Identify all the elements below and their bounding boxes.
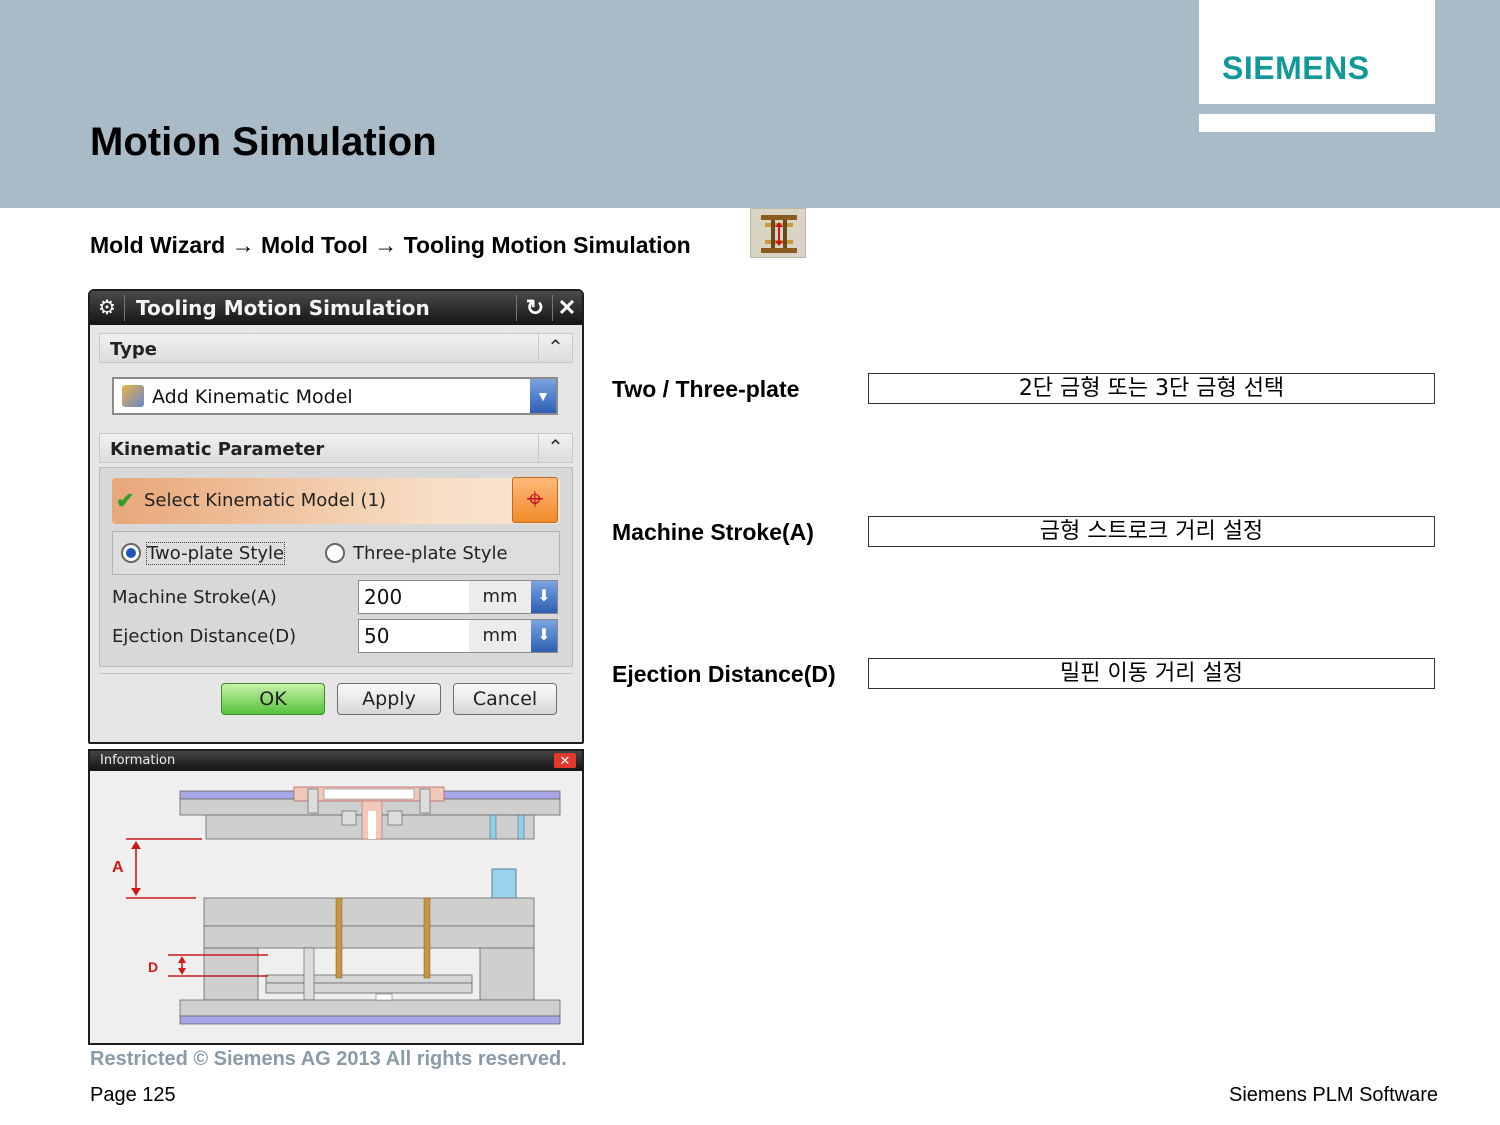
arrowhead-a-down xyxy=(131,888,141,896)
sprue-channel xyxy=(368,811,376,839)
ejector-pin-right xyxy=(423,897,431,979)
info-titlebar: Information ✕ xyxy=(90,751,582,771)
apply-button[interactable]: Apply xyxy=(337,683,441,715)
screw-left xyxy=(341,810,357,826)
cancel-button[interactable]: Cancel xyxy=(453,683,557,715)
titlebar-separator xyxy=(124,295,125,321)
dialog-titlebar: ⚙ Tooling Motion Simulation ↻ ✕ xyxy=(90,291,582,325)
mold-diagram: A D xyxy=(112,786,561,1025)
close-icon[interactable]: ✕ xyxy=(554,753,576,768)
select-kinematic-model[interactable]: ✔ Select Kinematic Model (1) xyxy=(112,478,560,524)
machine-stroke-value[interactable]: 200 xyxy=(364,585,402,609)
label-a: A xyxy=(112,859,124,876)
siemens-logo: SIEMENS xyxy=(1222,50,1370,86)
titlebar-separator xyxy=(516,295,517,321)
sprue-top xyxy=(323,788,415,800)
knock-out-hole xyxy=(375,993,393,1001)
kinematic-group-label: Kinematic Parameter xyxy=(110,439,325,460)
screw-right xyxy=(387,810,403,826)
spacer-block-right xyxy=(479,947,535,1001)
menu-path: Mold Wizard → Mold Tool → Tooling Motion… xyxy=(90,232,691,258)
arrowhead-d-up xyxy=(178,956,186,963)
bolt-right xyxy=(419,788,431,814)
annotation-desc-ejection: 밀핀 이동 거리 설정 xyxy=(868,658,1435,689)
machine-stroke-label: Machine Stroke(A) xyxy=(112,587,277,608)
footer-page-number: Page 125 xyxy=(90,1084,176,1106)
reset-icon[interactable]: ↻ xyxy=(522,295,548,321)
close-icon[interactable]: ✕ xyxy=(554,295,580,321)
kinematic-model-icon xyxy=(122,385,144,407)
arrow-down-icon[interactable]: ⬇ xyxy=(531,620,557,652)
annotation-desc-stroke: 금형 스트로크 거리 설정 xyxy=(868,516,1435,547)
logo-strip xyxy=(1199,114,1435,132)
type-group-header[interactable]: Type ⌃ xyxy=(99,333,573,363)
dialog-title: Tooling Motion Simulation xyxy=(136,296,430,320)
footer-copyright: Restricted © Siemens AG 2013 All rights … xyxy=(90,1048,567,1070)
annotation-desc-plate: 2단 금형 또는 3단 금형 선택 xyxy=(868,373,1435,404)
button-separator xyxy=(99,673,573,674)
select-kinematic-label: Select Kinematic Model (1) xyxy=(144,490,387,511)
ejection-distance-label: Ejection Distance(D) xyxy=(112,626,297,647)
chevron-down-icon[interactable]: ▼ xyxy=(530,379,556,413)
radio-three-plate-label[interactable]: Three-plate Style xyxy=(353,543,508,564)
arrowhead-d-down xyxy=(178,968,186,975)
ejector-pin-left xyxy=(335,897,343,979)
ejection-distance-unit: mm xyxy=(469,620,531,652)
annotation-label-stroke: Machine Stroke(A) xyxy=(612,519,814,545)
ejection-distance-value[interactable]: 50 xyxy=(364,624,389,648)
ok-button[interactable]: OK xyxy=(221,683,325,715)
annotation-label-plate: Two / Three-plate xyxy=(612,376,800,402)
machine-stroke-unit: mm xyxy=(469,581,531,613)
footer-brand: Siemens PLM Software xyxy=(1229,1084,1438,1106)
type-group-label: Type xyxy=(110,339,157,360)
radio-three-plate[interactable] xyxy=(325,543,345,563)
tooling-motion-dialog: ⚙ Tooling Motion Simulation ↻ ✕ Type ⌃ A… xyxy=(88,289,584,744)
arrowhead-a-up xyxy=(131,841,141,849)
label-d: D xyxy=(148,959,158,975)
info-title: Information xyxy=(100,753,176,768)
ejector-plate xyxy=(265,982,473,994)
chevron-up-icon[interactable]: ⌃ xyxy=(538,334,572,362)
checkmark-icon: ✔ xyxy=(116,488,135,513)
guide-bush-left xyxy=(489,814,497,840)
tooling-motion-icon xyxy=(750,208,806,258)
crosshair-select-button[interactable]: ⌖ xyxy=(512,477,558,523)
arrow-down-icon[interactable]: ⬇ xyxy=(531,581,557,613)
chevron-up-icon[interactable]: ⌃ xyxy=(538,434,572,462)
core-plate xyxy=(203,897,535,927)
gear-icon[interactable]: ⚙ xyxy=(96,297,118,319)
bottom-insulation-plate xyxy=(179,1015,561,1025)
bolt-left xyxy=(307,788,319,814)
radio-two-plate[interactable] xyxy=(121,543,141,563)
type-select[interactable]: Add Kinematic Model ▼ xyxy=(112,377,558,415)
slide-title: Motion Simulation xyxy=(90,120,437,164)
bottom-clamp-plate xyxy=(179,999,561,1017)
titlebar-separator xyxy=(552,295,553,321)
kinematic-group-header[interactable]: Kinematic Parameter ⌃ xyxy=(99,433,573,463)
return-pin xyxy=(303,947,315,1001)
ejection-distance-field[interactable]: 50 mm ⬇ xyxy=(358,619,558,653)
machine-stroke-field[interactable]: 200 mm ⬇ xyxy=(358,580,558,614)
support-plate xyxy=(203,925,535,949)
radio-two-plate-label[interactable]: Two-plate Style xyxy=(145,542,286,565)
type-select-value: Add Kinematic Model xyxy=(152,386,353,408)
slide: Motion Simulation SIEMENS Mold Wizard → … xyxy=(0,0,1500,1125)
guide-bush-right xyxy=(517,814,525,840)
ejector-retainer-plate xyxy=(265,974,473,984)
plate-style-radio-group: Two-plate Style Three-plate Style xyxy=(112,531,560,575)
information-window: Information ✕ A D xyxy=(88,749,584,1045)
annotation-label-ejection: Ejection Distance(D) xyxy=(612,661,836,687)
